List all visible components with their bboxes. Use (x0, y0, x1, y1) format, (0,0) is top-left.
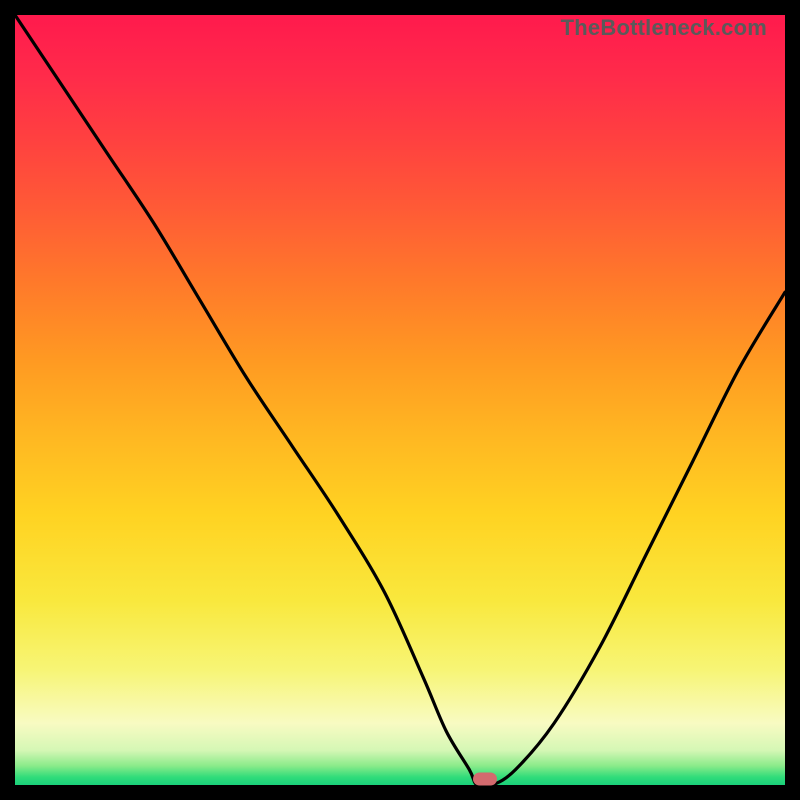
curve-path (15, 15, 785, 785)
bottleneck-curve (15, 15, 785, 785)
plot-area: TheBottleneck.com (15, 15, 785, 785)
chart-frame: TheBottleneck.com (0, 0, 800, 800)
optimal-marker (473, 773, 497, 786)
